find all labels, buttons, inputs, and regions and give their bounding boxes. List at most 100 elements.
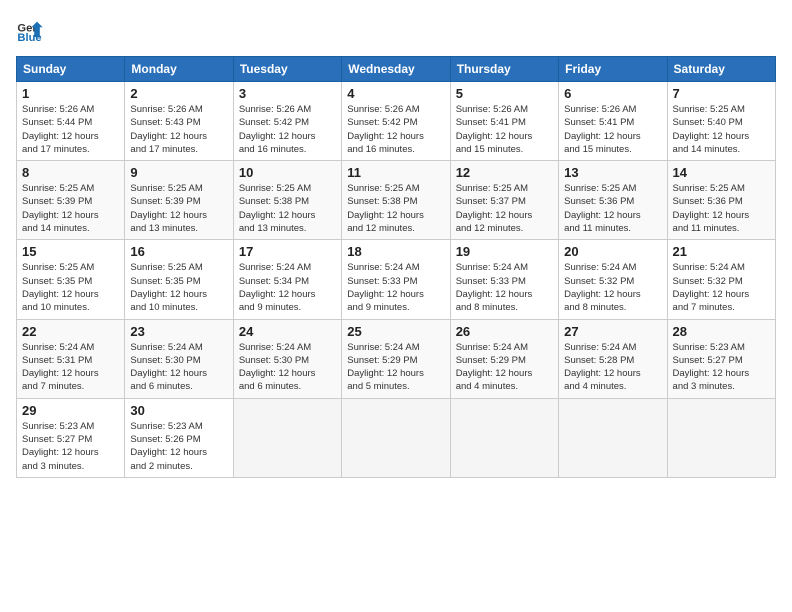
calendar-table: SundayMondayTuesdayWednesdayThursdayFrid… [16, 56, 776, 478]
day-number: 8 [22, 165, 119, 180]
day-cell-4: 4 Sunrise: 5:26 AMSunset: 5:42 PMDaylight… [342, 82, 450, 161]
day-info: Sunrise: 5:23 AMSunset: 5:27 PMDaylight:… [22, 420, 119, 473]
day-info: Sunrise: 5:25 AMSunset: 5:36 PMDaylight:… [564, 182, 661, 235]
day-cell-22: 22Sunrise: 5:24 AMSunset: 5:31 PMDayligh… [17, 319, 125, 398]
day-number: 6 [564, 86, 661, 101]
day-cell-6: 6 Sunrise: 5:26 AMSunset: 5:41 PMDaylight… [559, 82, 667, 161]
day-info: Sunrise: 5:25 AMSunset: 5:39 PMDaylight:… [130, 182, 227, 235]
day-cell-27: 27 Sunrise: 5:24 AMSunset: 5:28 PMDayligh… [559, 319, 667, 398]
day-info: Sunrise: 5:24 AMSunset: 5:28 PMDaylight:… [564, 341, 661, 394]
day-cell-16: 16 Sunrise: 5:25 AMSunset: 5:35 PMDayligh… [125, 240, 233, 319]
col-header-sunday: Sunday [17, 57, 125, 82]
day-info: Sunrise: 5:23 AMSunset: 5:26 PMDaylight:… [130, 420, 227, 473]
day-number: 18 [347, 244, 444, 259]
day-number: 21 [673, 244, 770, 259]
day-number: 16 [130, 244, 227, 259]
day-cell-18: 18 Sunrise: 5:24 AMSunset: 5:33 PMDayligh… [342, 240, 450, 319]
day-info: Sunrise: 5:26 AMSunset: 5:41 PMDaylight:… [564, 103, 661, 156]
day-cell-1: 1Sunrise: 5:26 AMSunset: 5:44 PMDaylight… [17, 82, 125, 161]
day-number: 12 [456, 165, 553, 180]
day-info: Sunrise: 5:25 AMSunset: 5:35 PMDaylight:… [130, 261, 227, 314]
day-info: Sunrise: 5:25 AMSunset: 5:39 PMDaylight:… [22, 182, 119, 235]
day-info: Sunrise: 5:24 AMSunset: 5:31 PMDaylight:… [22, 341, 119, 394]
day-cell-3: 3 Sunrise: 5:26 AMSunset: 5:42 PMDaylight… [233, 82, 341, 161]
header-row: SundayMondayTuesdayWednesdayThursdayFrid… [17, 57, 776, 82]
day-number: 17 [239, 244, 336, 259]
day-cell-29: 29 Sunrise: 5:23 AMSunset: 5:27 PMDayligh… [17, 398, 125, 477]
week-row-1: 8 Sunrise: 5:25 AMSunset: 5:39 PMDaylight… [17, 161, 776, 240]
day-number: 15 [22, 244, 119, 259]
day-number: 30 [130, 403, 227, 418]
day-cell-19: 19 Sunrise: 5:24 AMSunset: 5:33 PMDayligh… [450, 240, 558, 319]
day-number: 4 [347, 86, 444, 101]
day-number: 9 [130, 165, 227, 180]
day-cell-2: 2 Sunrise: 5:26 AMSunset: 5:43 PMDaylight… [125, 82, 233, 161]
day-info: Sunrise: 5:26 AMSunset: 5:41 PMDaylight:… [456, 103, 553, 156]
empty-cell [450, 398, 558, 477]
day-info: Sunrise: 5:25 AMSunset: 5:37 PMDaylight:… [456, 182, 553, 235]
week-row-0: 1Sunrise: 5:26 AMSunset: 5:44 PMDaylight… [17, 82, 776, 161]
day-info: Sunrise: 5:26 AMSunset: 5:42 PMDaylight:… [239, 103, 336, 156]
day-cell-24: 24Sunrise: 5:24 AMSunset: 5:30 PMDayligh… [233, 319, 341, 398]
day-info: Sunrise: 5:24 AMSunset: 5:29 PMDaylight:… [456, 341, 553, 394]
logo-icon: Gen Blue [16, 16, 44, 44]
week-row-3: 22Sunrise: 5:24 AMSunset: 5:31 PMDayligh… [17, 319, 776, 398]
col-header-friday: Friday [559, 57, 667, 82]
day-info: Sunrise: 5:24 AMSunset: 5:33 PMDaylight:… [456, 261, 553, 314]
day-number: 2 [130, 86, 227, 101]
day-info: Sunrise: 5:25 AMSunset: 5:36 PMDaylight:… [673, 182, 770, 235]
day-info: Sunrise: 5:25 AMSunset: 5:38 PMDaylight:… [239, 182, 336, 235]
day-number: 10 [239, 165, 336, 180]
day-cell-17: 17 Sunrise: 5:24 AMSunset: 5:34 PMDayligh… [233, 240, 341, 319]
day-info: Sunrise: 5:26 AMSunset: 5:43 PMDaylight:… [130, 103, 227, 156]
day-number: 27 [564, 324, 661, 339]
header: Gen Blue [16, 16, 776, 44]
day-number: 19 [456, 244, 553, 259]
day-info: Sunrise: 5:25 AMSunset: 5:40 PMDaylight:… [673, 103, 770, 156]
day-number: 28 [673, 324, 770, 339]
day-info: Sunrise: 5:26 AMSunset: 5:42 PMDaylight:… [347, 103, 444, 156]
day-number: 13 [564, 165, 661, 180]
day-cell-26: 26 Sunrise: 5:24 AMSunset: 5:29 PMDayligh… [450, 319, 558, 398]
day-cell-30: 30 Sunrise: 5:23 AMSunset: 5:26 PMDayligh… [125, 398, 233, 477]
day-number: 11 [347, 165, 444, 180]
logo: Gen Blue [16, 16, 48, 44]
day-cell-9: 9 Sunrise: 5:25 AMSunset: 5:39 PMDaylight… [125, 161, 233, 240]
day-cell-21: 21 Sunrise: 5:24 AMSunset: 5:32 PMDayligh… [667, 240, 775, 319]
day-cell-28: 28 Sunrise: 5:23 AMSunset: 5:27 PMDayligh… [667, 319, 775, 398]
empty-cell [342, 398, 450, 477]
day-info: Sunrise: 5:24 AMSunset: 5:34 PMDaylight:… [239, 261, 336, 314]
day-cell-8: 8 Sunrise: 5:25 AMSunset: 5:39 PMDaylight… [17, 161, 125, 240]
day-info: Sunrise: 5:23 AMSunset: 5:27 PMDaylight:… [673, 341, 770, 394]
day-cell-7: 7Sunrise: 5:25 AMSunset: 5:40 PMDaylight… [667, 82, 775, 161]
empty-cell [667, 398, 775, 477]
day-number: 3 [239, 86, 336, 101]
day-number: 25 [347, 324, 444, 339]
day-info: Sunrise: 5:25 AMSunset: 5:35 PMDaylight:… [22, 261, 119, 314]
day-info: Sunrise: 5:24 AMSunset: 5:30 PMDaylight:… [239, 341, 336, 394]
week-row-4: 29 Sunrise: 5:23 AMSunset: 5:27 PMDayligh… [17, 398, 776, 477]
day-number: 29 [22, 403, 119, 418]
day-number: 26 [456, 324, 553, 339]
col-header-wednesday: Wednesday [342, 57, 450, 82]
day-cell-12: 12 Sunrise: 5:25 AMSunset: 5:37 PMDayligh… [450, 161, 558, 240]
col-header-monday: Monday [125, 57, 233, 82]
day-cell-15: 15 Sunrise: 5:25 AMSunset: 5:35 PMDayligh… [17, 240, 125, 319]
empty-cell [233, 398, 341, 477]
day-cell-10: 10 Sunrise: 5:25 AMSunset: 5:38 PMDayligh… [233, 161, 341, 240]
day-number: 23 [130, 324, 227, 339]
day-cell-20: 20Sunrise: 5:24 AMSunset: 5:32 PMDayligh… [559, 240, 667, 319]
day-info: Sunrise: 5:24 AMSunset: 5:33 PMDaylight:… [347, 261, 444, 314]
day-info: Sunrise: 5:24 AMSunset: 5:30 PMDaylight:… [130, 341, 227, 394]
col-header-tuesday: Tuesday [233, 57, 341, 82]
day-cell-25: 25Sunrise: 5:24 AMSunset: 5:29 PMDayligh… [342, 319, 450, 398]
day-number: 5 [456, 86, 553, 101]
day-cell-23: 23 Sunrise: 5:24 AMSunset: 5:30 PMDayligh… [125, 319, 233, 398]
day-cell-14: 14 Sunrise: 5:25 AMSunset: 5:36 PMDayligh… [667, 161, 775, 240]
col-header-thursday: Thursday [450, 57, 558, 82]
day-cell-11: 11Sunrise: 5:25 AMSunset: 5:38 PMDayligh… [342, 161, 450, 240]
day-info: Sunrise: 5:24 AMSunset: 5:32 PMDaylight:… [673, 261, 770, 314]
day-info: Sunrise: 5:24 AMSunset: 5:32 PMDaylight:… [564, 261, 661, 314]
day-number: 1 [22, 86, 119, 101]
day-number: 14 [673, 165, 770, 180]
